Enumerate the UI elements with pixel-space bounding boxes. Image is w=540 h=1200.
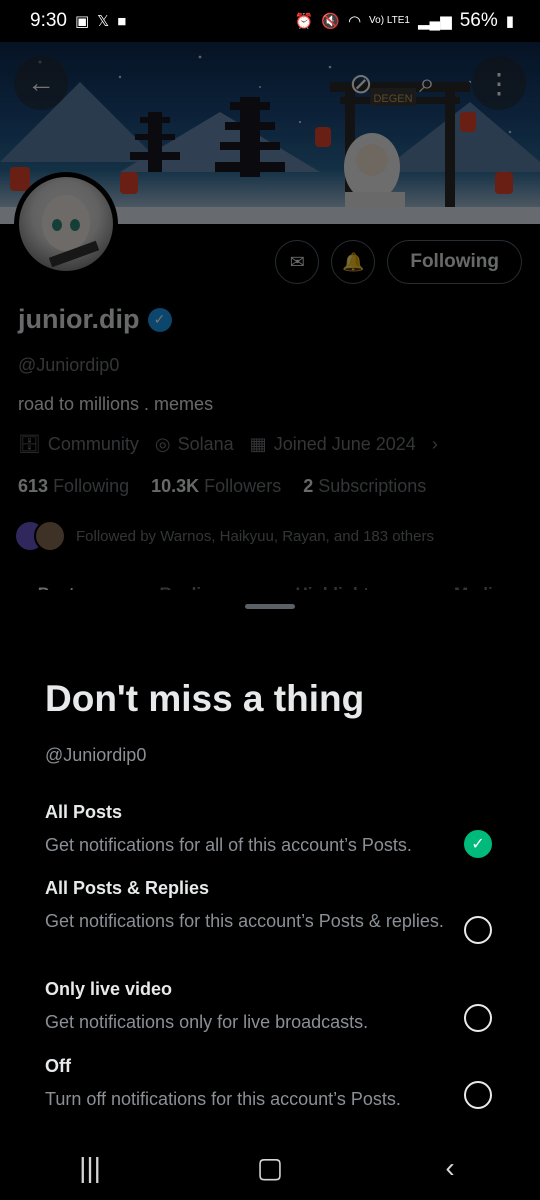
subscriptions-stat-label: Subscriptions: [318, 476, 427, 496]
display-name: junior.dip: [18, 304, 140, 334]
chevron-right-icon[interactable]: ›: [432, 434, 438, 455]
following-stat-label: Following: [53, 476, 130, 496]
display-name-row: junior.dip ✓: [18, 304, 172, 335]
search-icon: ⌕: [419, 66, 435, 98]
system-nav-bar: ||| ▢ ‹: [0, 1135, 540, 1200]
more-vertical-icon: ⋮: [485, 67, 513, 99]
option-title: All Posts: [45, 802, 123, 822]
signal-icon: ▂▄▆: [418, 13, 452, 30]
clock-time: 9:30: [30, 10, 67, 31]
back-button[interactable]: ←: [14, 56, 68, 110]
home-button[interactable]: ▢: [240, 1143, 300, 1193]
profile-stats: 613 Following 10.3K Followers 2 Subscrip…: [18, 476, 426, 497]
profile-actions: ✉ 🔔 Following: [275, 240, 522, 284]
location-label: Solana: [177, 434, 234, 454]
bell-check-icon: 🔔: [342, 251, 365, 272]
option-title: Off: [45, 1056, 71, 1076]
back-nav-button[interactable]: ‹: [420, 1143, 480, 1193]
option-all-posts[interactable]: All Posts Get notifications for all of t…: [45, 802, 500, 858]
subscriptions-count: 2: [303, 476, 314, 496]
screen: 9:30 ▣ 𝕏 ■ ⏰ 🔇 ◠ Vo) LTE1 ▂▄▆ 56% ▮ DEGE…: [0, 0, 540, 1200]
folder-icon: ■: [117, 12, 127, 30]
radio-button[interactable]: [464, 1004, 492, 1032]
x-app-icon: 𝕏: [97, 13, 110, 30]
followed-by-text: Followed by Warnos, Haikyuu, Rayan, and …: [76, 527, 434, 545]
followed-by-avatars: [14, 520, 66, 552]
sheet-title: Don't miss a thing: [45, 678, 365, 719]
alarm-icon: ⏰: [294, 13, 314, 30]
recent-apps-button[interactable]: |||: [60, 1143, 120, 1193]
radio-checked-icon[interactable]: ✓: [464, 830, 492, 858]
subscriptions-stat[interactable]: 2 Subscriptions: [303, 476, 426, 497]
profile-meta: 🗄 Community ◎ Solana ▦ Joined June 2024 …: [18, 434, 438, 455]
option-all-posts-replies[interactable]: All Posts & Replies Get notifications fo…: [45, 878, 500, 944]
followed-by-row[interactable]: Followed by Warnos, Haikyuu, Rayan, and …: [14, 520, 434, 552]
option-title: All Posts & Replies: [45, 878, 210, 898]
followers-count: 10.3K: [151, 476, 200, 496]
following-count: 613: [18, 476, 49, 496]
back-chevron-icon: ‹: [445, 1151, 455, 1183]
option-description: Turn off notifications for this account’…: [45, 1089, 401, 1109]
follower-avatar: [34, 520, 66, 552]
recent-apps-icon: |||: [79, 1151, 101, 1183]
option-off[interactable]: Off Turn off notifications for this acco…: [45, 1056, 500, 1112]
wifi-icon: ◠: [347, 13, 362, 30]
grok-button[interactable]: ⊘: [334, 56, 388, 110]
radio-button[interactable]: [464, 1081, 492, 1109]
joined-label: Joined June 2024: [273, 434, 416, 454]
battery-icon: ▮: [505, 13, 514, 30]
profile-section: ✉ 🔔 Following junior.dip ✓ @Juniordip0 r…: [0, 224, 540, 624]
sheet-drag-handle[interactable]: [245, 604, 295, 609]
followers-stat[interactable]: 10.3K Followers: [151, 476, 281, 497]
following-button[interactable]: Following: [387, 240, 522, 284]
battery-level: 56%: [459, 10, 498, 31]
mail-icon: ✉: [289, 251, 305, 272]
home-icon: ▢: [256, 1152, 284, 1183]
grok-icon: ⊘: [349, 67, 373, 99]
profile-bio: road to millions . memes: [18, 394, 214, 414]
profile-handle: @Juniordip0: [18, 355, 120, 375]
mute-icon: 🔇: [321, 13, 340, 30]
option-only-live-video[interactable]: Only live video Get notifications only f…: [45, 979, 500, 1035]
network-label: Vo) LTE1: [369, 15, 410, 26]
calendar-icon: ▦: [249, 434, 267, 454]
followers-stat-label: Followers: [204, 476, 282, 496]
notification-settings-sheet: Don't miss a thing @Juniordip0 All Posts…: [0, 590, 540, 1135]
more-options-button[interactable]: ⋮: [472, 56, 526, 110]
notifications-button[interactable]: 🔔: [331, 240, 376, 284]
location-pin-icon: ◎: [154, 434, 171, 454]
sheet-handle: @Juniordip0: [45, 745, 147, 765]
search-button[interactable]: ⌕: [400, 56, 454, 110]
option-description: Get notifications only for live broadcas…: [45, 1012, 369, 1032]
following-stat[interactable]: 613 Following: [18, 476, 129, 497]
gallery-icon: ▣: [74, 13, 90, 30]
verified-badge-icon[interactable]: ✓: [147, 307, 172, 332]
option-description: Get notifications for all of this accoun…: [45, 835, 412, 855]
briefcase-icon: 🗄: [18, 434, 41, 454]
back-arrow-icon: ←: [27, 67, 55, 98]
option-description: Get notifications for this account’s Pos…: [45, 911, 444, 931]
option-title: Only live video: [45, 979, 173, 999]
radio-button[interactable]: [464, 916, 492, 944]
category-item: 🗄 Community: [18, 434, 139, 455]
status-bar: 9:30 ▣ 𝕏 ■ ⏰ 🔇 ◠ Vo) LTE1 ▂▄▆ 56% ▮: [0, 0, 540, 42]
location-item: ◎ Solana: [155, 434, 234, 455]
message-button[interactable]: ✉: [275, 240, 320, 284]
joined-item: ▦ Joined June 2024: [250, 434, 416, 455]
category-label: Community: [47, 434, 139, 454]
